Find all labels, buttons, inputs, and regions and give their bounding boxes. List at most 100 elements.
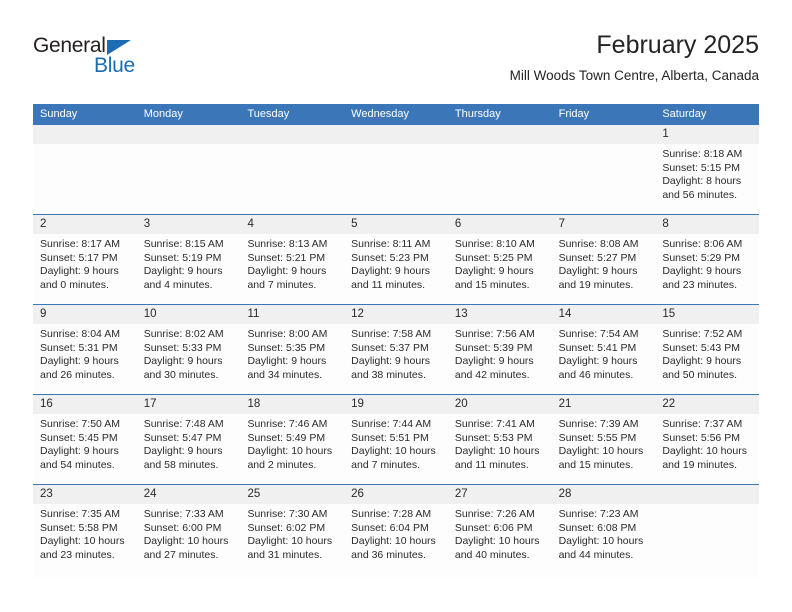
day-cell-19[interactable]: Sunrise: 7:44 AM Sunset: 5:51 PM Daylight:… bbox=[344, 414, 448, 484]
day-cell-1[interactable]: Sunrise: 8:18 AM Sunset: 5:15 PM Daylight:… bbox=[655, 144, 759, 214]
day-detail-line: Daylight: 9 hours bbox=[247, 355, 327, 368]
day-detail-line: Sunrise: 7:56 AM bbox=[454, 328, 535, 340]
day-detail-line: Daylight: 9 hours bbox=[454, 355, 534, 368]
day-detail-line: Sunset: 5:25 PM bbox=[454, 251, 533, 264]
day-number-12[interactable]: 12 bbox=[344, 305, 448, 324]
day-number-24[interactable]: 24 bbox=[137, 485, 241, 504]
day-number-2[interactable]: 2 bbox=[33, 215, 137, 234]
weekday-header-sunday: Sunday bbox=[40, 108, 78, 120]
day-number-5[interactable]: 5 bbox=[344, 215, 448, 234]
day-cell-25[interactable]: Sunrise: 7:30 AM Sunset: 6:02 PM Daylight:… bbox=[240, 504, 344, 578]
day-number-empty bbox=[137, 125, 241, 144]
day-number-22[interactable]: 22 bbox=[655, 395, 759, 414]
day-cell-17[interactable]: Sunrise: 7:48 AM Sunset: 5:47 PM Daylight:… bbox=[137, 414, 241, 484]
day-number-15[interactable]: 15 bbox=[655, 305, 759, 324]
week-day-numbers: 16 17 18 19 20 21 22 bbox=[33, 395, 759, 414]
brand-logo[interactable]: General Blue bbox=[33, 34, 233, 90]
day-cell-24[interactable]: Sunrise: 7:33 AM Sunset: 6:00 PM Daylight:… bbox=[137, 504, 241, 578]
day-detail-line: Sunrise: 8:08 AM bbox=[558, 238, 639, 250]
day-number-7[interactable]: 7 bbox=[552, 215, 656, 234]
day-detail-line: and 38 minutes. bbox=[351, 368, 426, 381]
calendar-week-row: 23 24 25 26 27 28 Sunrise: 7:35 AM Sunset: 5:58… bbox=[33, 484, 759, 578]
day-detail-line: Sunset: 5:23 PM bbox=[351, 251, 429, 264]
day-number-18[interactable]: 18 bbox=[240, 395, 344, 414]
day-number-4[interactable]: 4 bbox=[240, 215, 344, 234]
day-detail-line: and 19 minutes. bbox=[662, 458, 738, 471]
day-number-empty bbox=[33, 125, 137, 144]
day-detail-line: Sunset: 5:19 PM bbox=[143, 251, 222, 264]
day-number-21[interactable]: 21 bbox=[552, 395, 656, 414]
day-detail-line: Sunset: 5:39 PM bbox=[454, 341, 533, 354]
day-cell-23[interactable]: Sunrise: 7:35 AM Sunset: 5:58 PM Daylight:… bbox=[33, 504, 137, 578]
day-detail-line: Sunrise: 7:30 AM bbox=[247, 508, 328, 520]
day-detail-line: and 44 minutes. bbox=[558, 548, 634, 561]
day-number-11[interactable]: 11 bbox=[240, 305, 344, 324]
day-cell-4[interactable]: Sunrise: 8:13 AM Sunset: 5:21 PM Daylight:… bbox=[240, 234, 344, 304]
day-detail-line: and 0 minutes. bbox=[40, 278, 109, 291]
day-cell-26[interactable]: Sunrise: 7:28 AM Sunset: 6:04 PM Daylight:… bbox=[344, 504, 448, 578]
week-day-details: Sunrise: 7:35 AM Sunset: 5:58 PM Daylight:… bbox=[33, 504, 759, 578]
day-cell-13[interactable]: Sunrise: 7:56 AM Sunset: 5:39 PM Daylight:… bbox=[448, 324, 552, 394]
day-number-25[interactable]: 25 bbox=[240, 485, 344, 504]
day-cell-6[interactable]: Sunrise: 8:10 AM Sunset: 5:25 PM Daylight:… bbox=[448, 234, 552, 304]
day-number-26[interactable]: 26 bbox=[344, 485, 448, 504]
week-day-details: Sunrise: 7:50 AM Sunset: 5:45 PM Daylight:… bbox=[33, 414, 759, 484]
day-number-20[interactable]: 20 bbox=[448, 395, 552, 414]
day-number-1[interactable]: 1 bbox=[655, 125, 759, 144]
day-detail-line: Daylight: 10 hours bbox=[351, 535, 436, 548]
day-cell-8[interactable]: Sunrise: 8:06 AM Sunset: 5:29 PM Daylight:… bbox=[655, 234, 759, 304]
day-cell-27[interactable]: Sunrise: 7:26 AM Sunset: 6:06 PM Daylight:… bbox=[448, 504, 552, 578]
day-detail-line: Sunrise: 7:37 AM bbox=[662, 418, 743, 430]
day-detail-line: Sunrise: 7:33 AM bbox=[143, 508, 224, 520]
day-number-3[interactable]: 3 bbox=[137, 215, 241, 234]
day-cell-10[interactable]: Sunrise: 8:02 AM Sunset: 5:33 PM Daylight:… bbox=[137, 324, 241, 394]
day-detail-line: Sunset: 5:27 PM bbox=[558, 251, 637, 264]
day-cell-9[interactable]: Sunrise: 8:04 AM Sunset: 5:31 PM Daylight:… bbox=[33, 324, 137, 394]
day-cell-7[interactable]: Sunrise: 8:08 AM Sunset: 5:27 PM Daylight:… bbox=[552, 234, 656, 304]
day-detail-line: and 34 minutes. bbox=[247, 368, 323, 381]
calendar-week-row: 16 17 18 19 20 21 22 Sunrise: 7:50 AM Sunset: 5:… bbox=[33, 394, 759, 484]
weekday-header-friday: Friday bbox=[558, 108, 590, 120]
day-number-16[interactable]: 16 bbox=[33, 395, 137, 414]
day-number-28[interactable]: 28 bbox=[552, 485, 656, 504]
day-number-14[interactable]: 14 bbox=[552, 305, 656, 324]
day-cell-11[interactable]: Sunrise: 8:00 AM Sunset: 5:35 PM Daylight:… bbox=[240, 324, 344, 394]
day-cell-16[interactable]: Sunrise: 7:50 AM Sunset: 5:45 PM Daylight:… bbox=[33, 414, 137, 484]
day-cell-2[interactable]: Sunrise: 8:17 AM Sunset: 5:17 PM Daylight:… bbox=[33, 234, 137, 304]
day-cell-14[interactable]: Sunrise: 7:54 AM Sunset: 5:41 PM Daylight:… bbox=[552, 324, 656, 394]
day-detail-line: Daylight: 9 hours bbox=[40, 265, 119, 278]
week-day-details: Sunrise: 8:04 AM Sunset: 5:31 PM Daylight:… bbox=[33, 324, 759, 394]
day-number-9[interactable]: 9 bbox=[33, 305, 137, 324]
day-detail-line: and 15 minutes. bbox=[558, 458, 634, 471]
day-cell-28[interactable]: Sunrise: 7:23 AM Sunset: 6:08 PM Daylight:… bbox=[552, 504, 656, 578]
day-detail-line: Sunrise: 8:00 AM bbox=[247, 328, 328, 340]
day-number-23[interactable]: 23 bbox=[33, 485, 137, 504]
day-cell-empty bbox=[655, 504, 759, 578]
day-cell-21[interactable]: Sunrise: 7:39 AM Sunset: 5:55 PM Daylight:… bbox=[552, 414, 656, 484]
day-cell-5[interactable]: Sunrise: 8:11 AM Sunset: 5:23 PM Daylight:… bbox=[344, 234, 448, 304]
day-number-8[interactable]: 8 bbox=[655, 215, 759, 234]
day-detail-line: Sunrise: 7:46 AM bbox=[247, 418, 328, 430]
day-detail-line: and 23 minutes. bbox=[40, 548, 115, 561]
day-cell-20[interactable]: Sunrise: 7:41 AM Sunset: 5:53 PM Daylight:… bbox=[448, 414, 552, 484]
day-detail-line: Daylight: 10 hours bbox=[558, 445, 644, 458]
day-detail-line: Daylight: 9 hours bbox=[662, 355, 742, 368]
day-cell-18[interactable]: Sunrise: 7:46 AM Sunset: 5:49 PM Daylight:… bbox=[240, 414, 344, 484]
brand-triangle-icon bbox=[107, 40, 131, 55]
day-detail-line: Sunset: 5:33 PM bbox=[143, 341, 222, 354]
day-cell-3[interactable]: Sunrise: 8:15 AM Sunset: 5:19 PM Daylight:… bbox=[137, 234, 241, 304]
day-detail-line: and 30 minutes. bbox=[143, 368, 219, 381]
day-detail-line: Sunrise: 7:41 AM bbox=[454, 418, 535, 430]
day-cell-22[interactable]: Sunrise: 7:37 AM Sunset: 5:56 PM Daylight:… bbox=[655, 414, 759, 484]
day-cell-15[interactable]: Sunrise: 7:52 AM Sunset: 5:43 PM Daylight:… bbox=[655, 324, 759, 394]
day-detail-line: Sunrise: 7:58 AM bbox=[351, 328, 432, 340]
day-number-10[interactable]: 10 bbox=[137, 305, 241, 324]
day-cell-12[interactable]: Sunrise: 7:58 AM Sunset: 5:37 PM Daylight:… bbox=[344, 324, 448, 394]
day-number-13[interactable]: 13 bbox=[448, 305, 552, 324]
day-detail-line: and 40 minutes. bbox=[454, 548, 530, 561]
day-detail-line: Daylight: 9 hours bbox=[247, 265, 327, 278]
day-number-17[interactable]: 17 bbox=[137, 395, 241, 414]
day-number-6[interactable]: 6 bbox=[448, 215, 552, 234]
day-number-27[interactable]: 27 bbox=[448, 485, 552, 504]
day-number-19[interactable]: 19 bbox=[344, 395, 448, 414]
